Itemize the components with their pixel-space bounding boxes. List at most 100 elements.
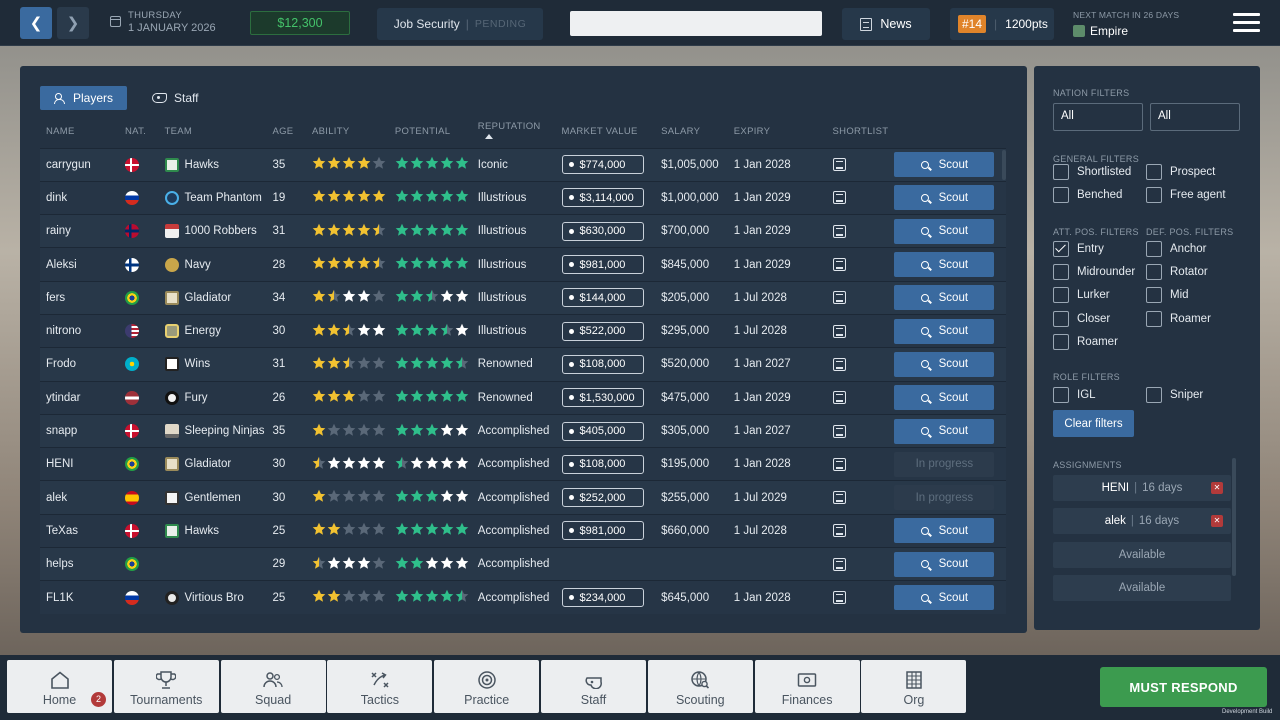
player-name[interactable]: HENI [40,447,119,481]
filter-att-roamer[interactable]: Roamer [1053,333,1118,350]
table-row[interactable]: HENI Gladiator 30 Accomplished $108,000 $195,… [40,447,1006,481]
checkbox[interactable] [1146,264,1162,281]
checkbox[interactable] [1053,241,1069,257]
remove-assignment-icon[interactable]: ✕ [1211,482,1223,494]
column-header-ability[interactable]: ABILITY [306,116,389,148]
must-respond-button[interactable]: MUST RESPOND [1100,667,1267,707]
table-row[interactable]: Frodo Wins 31 Renowned $108,000 $520,000 1 Jan… [40,347,1006,382]
team-name[interactable]: Sleeping Ninjas [185,425,265,437]
scout-button[interactable]: Scout [894,185,995,211]
team-name[interactable]: Wins [185,358,211,370]
checkbox[interactable] [1053,333,1069,350]
nav-tab-tactics[interactable]: Tactics [327,660,433,713]
assignments-scrollbar[interactable] [1232,458,1236,576]
player-name[interactable]: helps [40,547,119,581]
scout-in-progress-button[interactable]: In progress [894,451,995,477]
forward-button[interactable]: ❯ [57,7,89,39]
checkbox[interactable] [1053,187,1069,203]
player-name[interactable]: snapp [40,413,119,448]
scout-button[interactable]: Scout [894,285,995,311]
table-row[interactable]: fers Gladiator 34 Illustrious $144,000 $205,0… [40,280,1006,315]
column-header-potential[interactable]: POTENTIAL [389,116,472,148]
scout-button[interactable]: Scout [894,418,995,444]
scout-in-progress-button[interactable]: In progress [894,485,995,511]
column-header-market-value[interactable]: MARKET VALUE [556,116,656,148]
table-row[interactable]: ytindar Fury 26 Renowned $1,530,000 $475,000 1… [40,380,1006,415]
tab-staff[interactable]: Staff [138,86,212,110]
job-security-button[interactable]: Job Security | PENDING [377,8,543,40]
team-name[interactable]: Virtious Bro [185,592,244,604]
shortlist-icon[interactable] [832,457,846,471]
shortlist-icon[interactable] [832,524,846,538]
table-row[interactable]: alek Gentlemen 30 Accomplished $252,000 $255,… [40,480,1006,515]
column-header-salary[interactable]: SALARY [655,116,728,148]
filter-role-sniper[interactable]: Sniper [1146,387,1203,403]
column-header-age[interactable]: AGE [266,116,306,148]
player-name[interactable]: alek [40,480,119,515]
player-name[interactable]: FL1K [40,580,119,615]
shortlist-icon[interactable] [832,591,846,605]
table-row[interactable]: nitrono Energy 30 Illustrious $522,000 $295,0… [40,313,1006,348]
nation-select-1[interactable]: All [1053,103,1143,131]
team-name[interactable]: Gentlemen [185,492,241,504]
nav-tab-org[interactable]: Org [861,660,967,713]
nav-tab-scouting[interactable]: Scouting [647,660,753,713]
table-row[interactable]: carrygun Hawks 35 Iconic $774,000 $1,005,000 1… [40,147,1006,182]
shortlist-icon[interactable] [832,291,846,305]
column-header-reputation[interactable]: REPUTATION [472,116,556,148]
player-name[interactable]: TeXas [40,513,119,548]
checkbox[interactable] [1146,310,1162,327]
scout-button[interactable]: Scout [894,551,995,577]
player-name[interactable]: Frodo [40,347,119,382]
column-header-expiry[interactable]: EXPIRY [728,116,827,148]
shortlist-icon[interactable] [832,191,846,205]
shortlist-icon[interactable] [832,357,846,371]
table-row[interactable]: FL1K Virtious Bro 25 Accomplished $234,000 $6… [40,580,1006,615]
tab-players[interactable]: Players [40,86,127,110]
table-row[interactable]: helps 29 Accomplished Scout [40,547,1006,581]
player-name[interactable]: fers [40,280,119,315]
filter-def-anchor[interactable]: Anchor [1146,241,1206,257]
column-header-shortlist[interactable]: SHORTLIST [827,116,889,148]
scout-button[interactable]: Scout [894,518,995,544]
scout-button[interactable]: Scout [894,385,995,411]
table-row[interactable]: TeXas Hawks 25 Accomplished $981,000 $660,000… [40,513,1006,548]
nav-tab-squad[interactable]: Squad [220,660,326,713]
player-name[interactable]: carrygun [40,147,119,182]
player-name[interactable]: nitrono [40,313,119,348]
menu-button[interactable] [1233,13,1260,33]
team-name[interactable]: Navy [185,259,211,271]
assignment-slot-available[interactable]: Available [1053,575,1231,601]
balance-display[interactable]: $12,300 [250,11,350,35]
team-name[interactable]: Energy [185,325,221,337]
back-button[interactable]: ❮ [20,7,52,39]
filter-att-closer[interactable]: Closer [1053,310,1110,327]
clear-filters-button[interactable]: Clear filters [1053,410,1134,437]
shortlist-icon[interactable] [832,258,846,272]
filter-shortlisted[interactable]: Shortlisted [1053,164,1131,180]
filter-benched[interactable]: Benched [1053,187,1122,203]
column-header-name[interactable]: NAME [40,116,119,148]
column-header-nation[interactable]: NAT. [119,116,159,148]
scout-button[interactable]: Scout [894,318,995,344]
team-name[interactable]: Gladiator [185,458,232,470]
filter-att-midrounder[interactable]: Midrounder [1053,264,1135,281]
checkbox[interactable] [1053,164,1069,180]
checkbox[interactable] [1146,387,1162,403]
scout-button[interactable]: Scout [894,351,995,377]
table-row[interactable]: rainy 1000 Robbers 31 Illustrious $630,000 $7… [40,214,1006,248]
checkbox[interactable] [1146,164,1162,180]
assignment-slot-available[interactable]: Available [1053,542,1231,568]
table-row[interactable]: snapp Sleeping Ninjas 35 Accomplished $405,0… [40,413,1006,448]
player-name[interactable]: ytindar [40,380,119,415]
nav-tab-staff[interactable]: Staff [541,660,646,713]
shortlist-icon[interactable] [832,424,846,438]
shortlist-icon[interactable] [832,391,846,405]
nav-tab-finances[interactable]: Finances [754,660,860,713]
assignment-slot-2[interactable]: alek | 16 days ✕ [1053,508,1231,534]
nation-select-2[interactable]: All [1150,103,1240,131]
shortlist-icon[interactable] [832,324,846,338]
filter-att-entry[interactable]: Entry [1053,241,1104,257]
checkbox[interactable] [1146,187,1162,203]
team-name[interactable]: Hawks [185,525,220,537]
